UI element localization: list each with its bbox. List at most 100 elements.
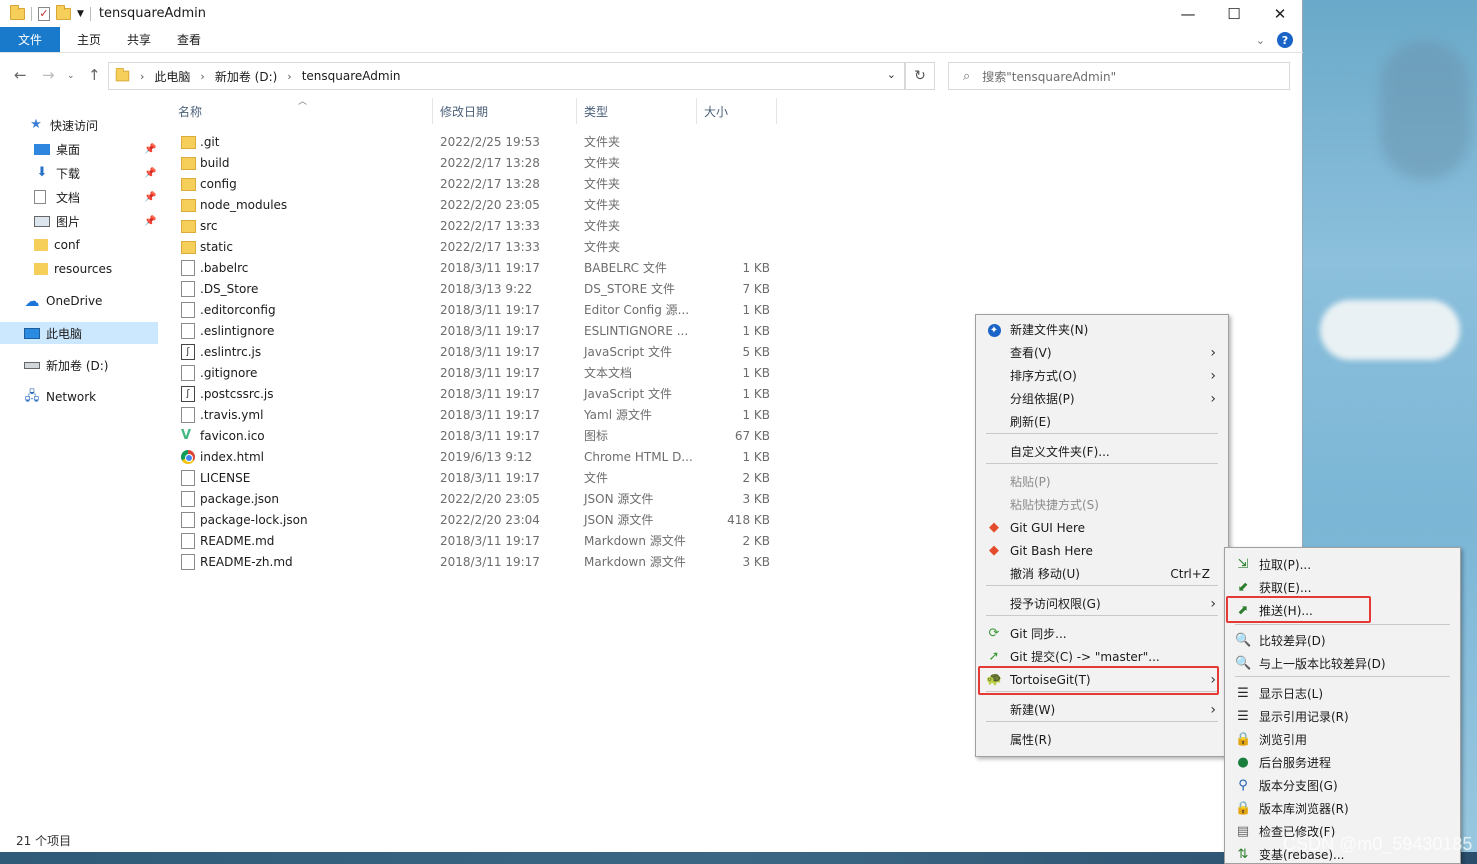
tortoisegit-menu-item[interactable]: 🔍 比较差异(D)	[1225, 629, 1460, 652]
context-menu-item[interactable]: 刷新(E)	[976, 410, 1228, 433]
file-row[interactable]: package.json 2022/2/20 23:05 JSON 源文件 3 KB	[170, 488, 790, 509]
context-menu-item[interactable]: 粘贴(P)	[976, 470, 1228, 493]
breadcrumb-folder[interactable]: tensquareAdmin	[302, 69, 401, 83]
file-row[interactable]: LICENSE 2018/3/11 19:17 文件 2 KB	[170, 467, 790, 488]
file-date: 2018/3/11 19:17	[440, 428, 540, 443]
column-header-date[interactable]: 修改日期	[433, 98, 577, 124]
properties-icon[interactable]: ✓	[38, 6, 50, 21]
tortoisegit-menu-item[interactable]: ⇲ 拉取(P)...	[1225, 553, 1460, 576]
context-menu-item[interactable]: ➚ Git 提交(C) -> "master"...	[976, 645, 1228, 668]
file-row[interactable]: ʃ .postcssrc.js 2018/3/11 19:17 JavaScript …	[170, 383, 790, 404]
column-header-type[interactable]: 类型	[577, 98, 697, 124]
context-menu-item[interactable]: 撤消 移动(U) Ctrl+Z	[976, 562, 1228, 585]
tortoisegit-menu-item[interactable]: ☰ 显示引用记录(R)	[1225, 705, 1460, 728]
pin-icon[interactable]: 📌	[144, 144, 156, 155]
sidebar-quick-access[interactable]: ★ 快速访问	[28, 114, 98, 136]
tortoisegit-menu-item[interactable]: ⚲ 版本分支图(G)	[1225, 774, 1460, 797]
close-button[interactable]: ✕	[1257, 0, 1303, 27]
context-menu-item[interactable]: ✦ 新建文件夹(N)	[976, 318, 1228, 341]
recent-chevron-icon[interactable]: ⌄	[67, 71, 75, 81]
chevron-right-icon[interactable]: ›	[200, 70, 204, 83]
menu-separator	[986, 585, 1218, 586]
chevron-right-icon: ›	[1210, 390, 1216, 407]
file-size: 1 KB	[742, 365, 770, 380]
pin-icon[interactable]: 📌	[144, 168, 156, 179]
context-menu-item[interactable]: 授予访问权限(G) ›	[976, 592, 1228, 615]
file-row[interactable]: .git 2022/2/25 19:53 文件夹	[170, 131, 790, 152]
refresh-button[interactable]: ↻	[905, 62, 935, 90]
context-menu-item[interactable]: ◆ Git Bash Here	[976, 539, 1228, 562]
sidebar-item-downloads[interactable]: ⬇ 下载 📌	[34, 162, 160, 184]
sidebar-drive[interactable]: 新加卷 (D:)	[24, 354, 108, 376]
file-row[interactable]: node_modules 2022/2/20 23:05 文件夹	[170, 194, 790, 215]
tortoisegit-menu-item[interactable]: 🔍 与上一版本比较差异(D)	[1225, 652, 1460, 675]
help-icon[interactable]: ?	[1277, 32, 1293, 48]
tortoisegit-menu-item[interactable]: ☰ 显示日志(L)	[1225, 682, 1460, 705]
sidebar-onedrive[interactable]: ☁ OneDrive	[24, 290, 103, 312]
tab-home[interactable]: 主页	[64, 27, 114, 52]
file-row[interactable]: static 2022/2/17 13:33 文件夹	[170, 236, 790, 257]
maximize-button[interactable]: ☐	[1211, 0, 1257, 27]
sidebar-network[interactable]: 🖧 Network	[24, 386, 96, 408]
pin-icon[interactable]: 📌	[144, 192, 156, 203]
up-arrow-icon[interactable]: ↑	[88, 66, 101, 84]
sidebar-item-desktop[interactable]: 桌面 📌	[34, 138, 160, 160]
file-row[interactable]: ʃ .eslintrc.js 2018/3/11 19:17 JavaScript 文…	[170, 341, 790, 362]
column-header-size[interactable]: 大小	[697, 98, 777, 124]
sidebar-item-conf[interactable]: conf	[34, 234, 80, 256]
file-row[interactable]: config 2022/2/17 13:28 文件夹	[170, 173, 790, 194]
sidebar-item-resources[interactable]: resources	[34, 258, 112, 280]
back-arrow-icon[interactable]: ←	[14, 66, 27, 84]
forward-arrow-icon[interactable]: →	[42, 66, 55, 84]
file-row[interactable]: index.html 2019/6/13 9:12 Chrome HTML D...…	[170, 446, 790, 467]
file-row[interactable]: .babelrc 2018/3/11 19:17 BABELRC 文件 1 KB	[170, 257, 790, 278]
file-row[interactable]: .editorconfig 2018/3/11 19:17 Editor Confi…	[170, 299, 790, 320]
breadcrumb-drive[interactable]: 新加卷 (D:)	[215, 68, 277, 85]
tortoisegit-menu-item[interactable]: ● 后台服务进程	[1225, 751, 1460, 774]
context-menu-item[interactable]: 粘贴快捷方式(S)	[976, 493, 1228, 516]
folder-icon[interactable]	[10, 4, 25, 20]
search-box[interactable]: ⌕ 搜索"tensquareAdmin"	[948, 62, 1290, 90]
tab-share[interactable]: 共享	[114, 27, 164, 52]
sidebar-item-pictures[interactable]: 图片 📌	[34, 210, 160, 232]
breadcrumb-this-pc[interactable]: 此电脑	[154, 68, 190, 85]
file-row[interactable]: build 2022/2/17 13:28 文件夹	[170, 152, 790, 173]
tortoisegit-menu-item[interactable]: 🔒 浏览引用	[1225, 728, 1460, 751]
file-row[interactable]: .travis.yml 2018/3/11 19:17 Yaml 源文件 1 KB	[170, 404, 790, 425]
diff-icon: 🔍	[1235, 632, 1252, 648]
file-row[interactable]: .DS_Store 2018/3/13 9:22 DS_STORE 文件 7 KB	[170, 278, 790, 299]
file-row[interactable]: .eslintignore 2018/3/11 19:17 ESLINTIGNORE…	[170, 320, 790, 341]
chevron-right-icon[interactable]: ›	[287, 70, 291, 83]
context-menu-item[interactable]: 新建(W) ›	[976, 698, 1228, 721]
pin-icon[interactable]: 📌	[144, 216, 156, 227]
chevron-down-icon[interactable]: ⌄	[1256, 34, 1265, 47]
minimize-button[interactable]: —	[1165, 0, 1211, 27]
context-menu-item[interactable]: 排序方式(O) ›	[976, 364, 1228, 387]
chevron-down-icon[interactable]: ▼	[77, 9, 84, 19]
file-row[interactable]: package-lock.json 2022/2/20 23:04 JSON 源文件…	[170, 509, 790, 530]
file-row[interactable]: .gitignore 2018/3/11 19:17 文本文档 1 KB	[170, 362, 790, 383]
context-menu-item[interactable]: ◆ Git GUI Here	[976, 516, 1228, 539]
context-menu-item[interactable]: 自定义文件夹(F)...	[976, 440, 1228, 463]
sidebar-item-documents[interactable]: 文档 📌	[34, 186, 160, 208]
tortoisegit-menu-item[interactable]: 🔒 版本库浏览器(R)	[1225, 797, 1460, 820]
tab-view[interactable]: 查看	[164, 27, 214, 52]
file-row[interactable]: README-zh.md 2018/3/11 19:17 Markdown 源文件 3…	[170, 551, 790, 572]
context-menu-item[interactable]: ⟳ Git 同步...	[976, 622, 1228, 645]
chevron-right-icon[interactable]: ›	[140, 70, 144, 83]
context-menu-item[interactable]: 属性(R)	[976, 728, 1228, 751]
chevron-right-icon: ›	[1210, 595, 1216, 612]
sidebar-this-pc[interactable]: 此电脑	[0, 322, 158, 344]
context-menu-item[interactable]: 查看(V) ›	[976, 341, 1228, 364]
context-menu-item[interactable]: 分组依据(P) ›	[976, 387, 1228, 410]
chevron-down-icon[interactable]: ⌄	[887, 68, 896, 81]
file-row[interactable]: Vfavicon.ico 2018/3/11 19:17 图标 67 KB	[170, 425, 790, 446]
file-row[interactable]: src 2022/2/17 13:33 文件夹	[170, 215, 790, 236]
file-size: 2 KB	[742, 533, 770, 548]
menu-item-label: 新建文件夹(N)	[1010, 323, 1089, 337]
file-row[interactable]: README.md 2018/3/11 19:17 Markdown 源文件 2 KB	[170, 530, 790, 551]
folder-icon	[181, 199, 196, 212]
address-bar[interactable]: › 此电脑 › 新加卷 (D:) › tensquareAdmin ⌄	[108, 62, 905, 90]
tab-file[interactable]: 文件	[0, 27, 60, 52]
new-folder-icon[interactable]	[56, 4, 71, 20]
